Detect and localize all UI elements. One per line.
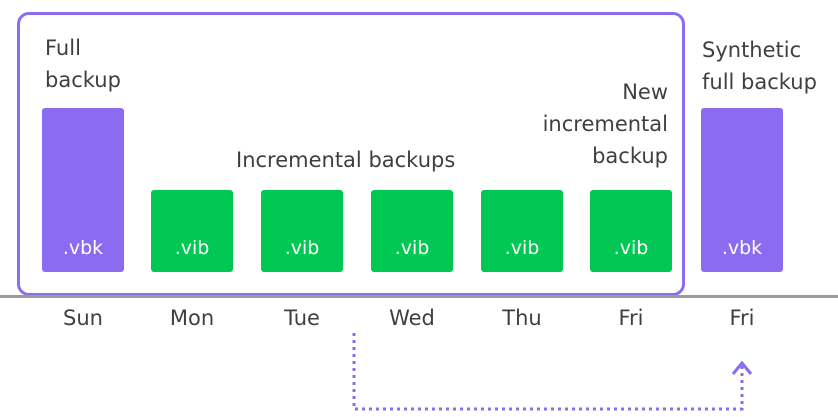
synthesis-arrow: [352, 333, 753, 411]
synthesis-arrow-path: [352, 333, 744, 411]
